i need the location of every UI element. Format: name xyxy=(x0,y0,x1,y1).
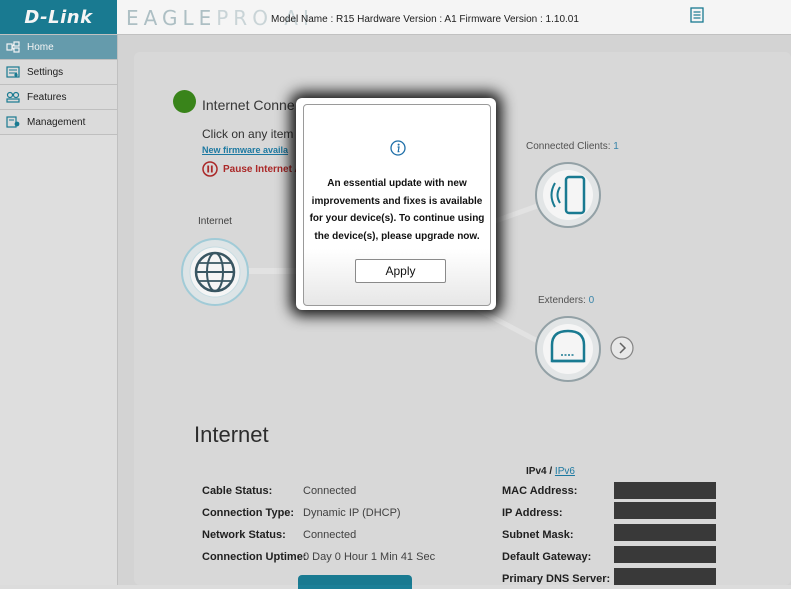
info-icon xyxy=(390,140,406,156)
dialog-body: An essential update with new improvement… xyxy=(303,104,491,306)
apply-button[interactable]: Apply xyxy=(355,259,446,283)
firmware-update-dialog: An essential update with new improvement… xyxy=(296,98,496,310)
dialog-message: An essential update with new improvement… xyxy=(309,178,485,242)
